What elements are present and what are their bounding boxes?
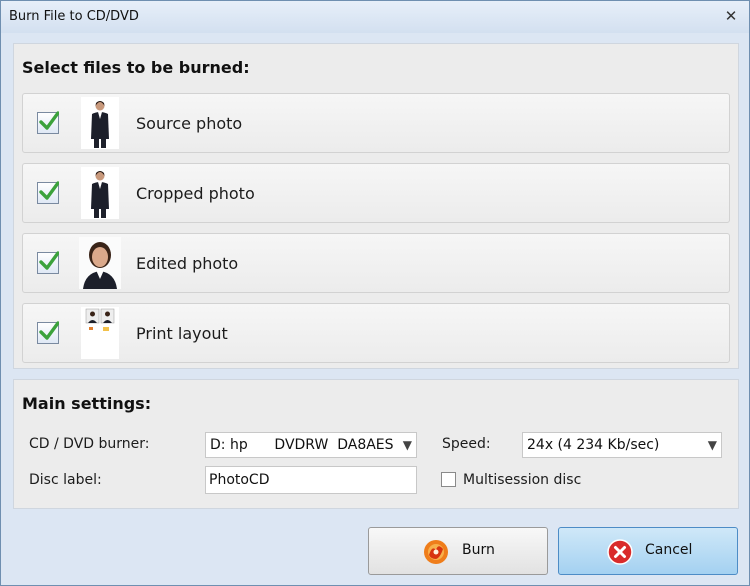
window-title: Burn File to CD/DVD bbox=[9, 9, 139, 24]
disc-label-input[interactable]: PhotoCD bbox=[205, 466, 417, 494]
standing-person-thumbnail bbox=[81, 97, 119, 149]
settings-section-title: Main settings: bbox=[22, 394, 152, 413]
print-layout-checkbox[interactable] bbox=[37, 321, 59, 344]
checkmark-icon bbox=[39, 321, 59, 340]
standing-person-thumbnail bbox=[81, 167, 119, 219]
file-row-source-photo[interactable]: Source photo bbox=[22, 93, 730, 153]
print-layout-label: Print layout bbox=[136, 324, 228, 343]
edited-photo-label: Edited photo bbox=[136, 254, 239, 273]
speed-value: 24x (4 234 Kb/sec) bbox=[527, 437, 660, 453]
file-row-print-layout[interactable]: Print layout bbox=[22, 303, 730, 363]
close-icon[interactable]: ✕ bbox=[723, 8, 739, 24]
print-layout-thumbnail bbox=[81, 307, 119, 359]
source-photo-label: Source photo bbox=[136, 114, 243, 133]
burn-dialog: Burn File to CD/DVD ✕ Select files to be… bbox=[0, 0, 750, 586]
disc-label-value: PhotoCD bbox=[209, 472, 270, 488]
burner-select[interactable]: D: hp DVDRW DA8AES ▼ bbox=[205, 432, 417, 458]
portrait-thumbnail bbox=[79, 237, 121, 289]
checkmark-icon bbox=[39, 251, 59, 270]
burn-disc-icon bbox=[424, 540, 448, 564]
cropped-photo-label: Cropped photo bbox=[136, 184, 255, 203]
speed-select[interactable]: 24x (4 234 Kb/sec) ▼ bbox=[522, 432, 722, 458]
burn-button[interactable]: Burn bbox=[368, 527, 548, 575]
burn-label: Burn bbox=[462, 542, 495, 558]
multisession-checkbox[interactable] bbox=[441, 472, 456, 487]
speed-label: Speed: bbox=[442, 436, 491, 452]
cancel-label: Cancel bbox=[645, 542, 693, 558]
source-photo-checkbox[interactable] bbox=[37, 111, 59, 134]
cancel-icon bbox=[607, 539, 633, 565]
dropdown-arrow-icon: ▼ bbox=[707, 438, 717, 452]
burner-value: D: hp DVDRW DA8AES bbox=[210, 437, 394, 453]
cancel-button[interactable]: Cancel bbox=[558, 527, 738, 575]
multisession-label: Multisession disc bbox=[463, 472, 582, 488]
file-row-edited-photo[interactable]: Edited photo bbox=[22, 233, 730, 293]
disc-label-label: Disc label: bbox=[29, 472, 102, 488]
checkmark-icon bbox=[39, 111, 59, 130]
checkmark-icon bbox=[39, 181, 59, 200]
dropdown-arrow-icon: ▼ bbox=[402, 438, 412, 452]
settings-panel: Main settings: CD / DVD burner: D: hp DV… bbox=[13, 379, 739, 509]
file-row-cropped-photo[interactable]: Cropped photo bbox=[22, 163, 730, 223]
burner-label: CD / DVD burner: bbox=[29, 436, 150, 452]
edited-photo-checkbox[interactable] bbox=[37, 251, 59, 274]
files-section-title: Select files to be burned: bbox=[22, 58, 250, 77]
files-panel: Select files to be burned: Source photo bbox=[13, 43, 739, 369]
cropped-photo-checkbox[interactable] bbox=[37, 181, 59, 204]
title-bar: Burn File to CD/DVD ✕ bbox=[1, 1, 749, 33]
